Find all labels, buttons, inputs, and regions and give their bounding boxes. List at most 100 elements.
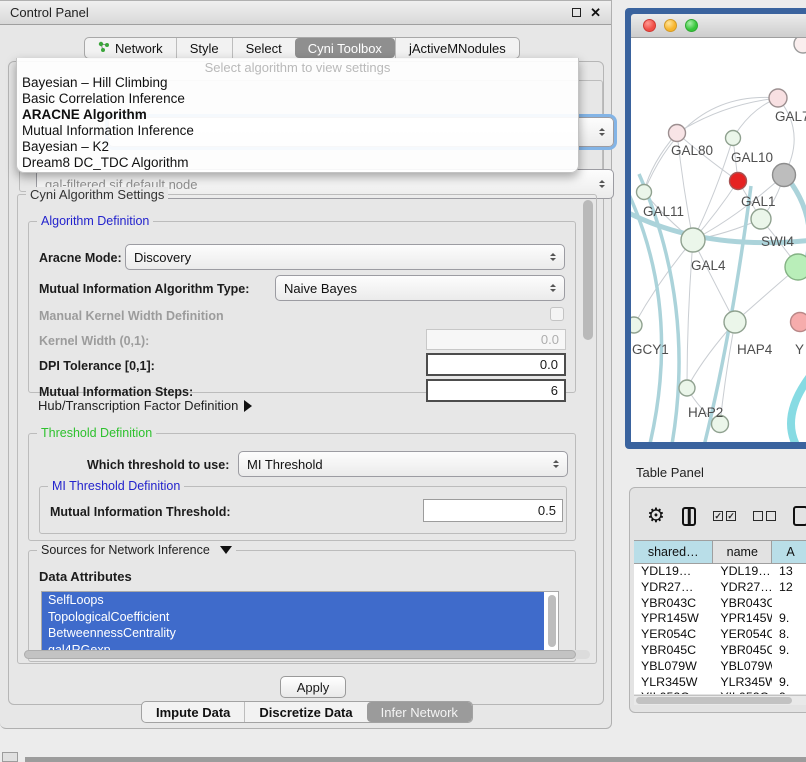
network-node-gal80[interactable]: [669, 125, 686, 142]
control-panel-titlebar[interactable]: Control Panel ✕: [0, 1, 611, 25]
table-row[interactable]: YER054CYER054C8.: [634, 627, 806, 643]
attribute-item[interactable]: BetweennessCentrality: [42, 625, 544, 642]
table-row[interactable]: YDR27…YDR27…12: [634, 580, 806, 596]
mi-threshold-field[interactable]: 0.5: [423, 499, 563, 522]
kernel-width-field[interactable]: 0.0: [426, 329, 566, 350]
combo-arrows-icon: [599, 177, 605, 191]
columns-icon[interactable]: [682, 507, 696, 526]
network-node-gal1[interactable]: [751, 209, 771, 229]
dropdown-item[interactable]: Basic Correlation Inference: [17, 91, 578, 107]
settings-vertical-scrollbar[interactable]: [583, 200, 593, 655]
expand-right-icon: [244, 400, 258, 412]
tab-select[interactable]: Select: [232, 38, 295, 58]
apply-button[interactable]: Apply: [280, 676, 346, 698]
table-row[interactable]: YDL19…YDL19…13: [634, 564, 806, 580]
tab-label: Select: [246, 41, 282, 56]
network-tab-icon: [98, 41, 110, 56]
table-panel-title: Table Panel: [636, 465, 704, 480]
network-node-gcy1[interactable]: [631, 317, 642, 333]
deselect-all-checks-icon[interactable]: [753, 511, 776, 521]
dropdown-item[interactable]: Bayesian – K2: [17, 139, 578, 155]
mi-threshold-value: 0.5: [538, 503, 556, 518]
column-header[interactable]: name: [713, 541, 772, 563]
attribute-item[interactable]: TopologicalCoefficient: [42, 609, 544, 626]
network-node-hap2[interactable]: [679, 380, 695, 396]
network-node-gal7[interactable]: [769, 89, 787, 107]
dropdown-item[interactable]: ARACNE Algorithm: [17, 107, 578, 123]
control-panel-tabs: NetworkStyle Select Cyni Toolbox jActiveMNo…: [84, 37, 520, 59]
data-attributes-label: Data Attributes: [39, 569, 132, 584]
tab-jactivemnodules[interactable]: jActiveMNodules: [395, 38, 519, 58]
network-node-y[interactable]: [791, 313, 806, 332]
sources-legend[interactable]: Sources for Network Inference: [37, 543, 236, 557]
network-node-label: GAL80: [671, 143, 713, 158]
table-row[interactable]: YBR045CYBR045C9.: [634, 643, 806, 659]
table-function-icon[interactable]: [793, 506, 806, 526]
table-cell: [772, 596, 806, 612]
network-node-gal10[interactable]: [726, 131, 741, 146]
column-header[interactable]: shared…: [634, 541, 713, 563]
tab-label: Cyni Toolbox: [308, 41, 382, 56]
table-row[interactable]: YBL079WYBL079W: [634, 659, 806, 675]
network-window-titlebar[interactable]: [631, 14, 806, 38]
aracne-mode-label: Aracne Mode:: [39, 251, 122, 265]
network-node-label: GAL10: [731, 150, 773, 165]
data-attributes-list[interactable]: SelfLoopsTopologicalCoefficientBetweenne…: [41, 591, 559, 657]
gear-icon[interactable]: ⚙: [647, 506, 665, 526]
network-node-gal4[interactable]: [681, 228, 705, 252]
minimize-traffic-icon[interactable]: [664, 19, 677, 32]
hub-definition-expander[interactable]: Hub/Transcription Factor Definition: [38, 398, 258, 413]
dropdown-item[interactable]: Bayesian – Hill Climbing: [17, 75, 578, 91]
network-node-label: Y: [795, 342, 804, 357]
list-scrollbar[interactable]: [548, 595, 556, 647]
table-cell: 8.: [772, 627, 806, 643]
zoom-traffic-icon[interactable]: [685, 19, 698, 32]
network-canvas[interactable]: GAL7GAL80GAL10GAL1GAL11SWI4GAL4GCY1HAP4Y…: [631, 38, 806, 442]
network-edge[interactable]: [644, 133, 677, 192]
network-edge[interactable]: [634, 240, 693, 325]
table-row[interactable]: YBR043CYBR043C: [634, 596, 806, 612]
settings-horizontal-scrollbar[interactable]: [24, 650, 590, 659]
close-traffic-icon[interactable]: [643, 19, 656, 32]
table-header-row: shared…nameA: [634, 540, 806, 564]
mi-steps-value: 6: [551, 383, 558, 398]
dpi-tolerance-field[interactable]: 0.0: [426, 353, 566, 376]
network-edge[interactable]: [791, 370, 806, 442]
bottom-tab-impute-data[interactable]: Impute Data: [142, 702, 244, 722]
aracne-mode-combo[interactable]: Discovery: [125, 244, 565, 270]
network-node[interactable]: [794, 38, 806, 53]
table-body: YDL19…YDL19…13YDR27…YDR27…12YBR043CYBR04…: [634, 564, 806, 694]
close-icon[interactable]: ✕: [590, 6, 601, 19]
network-node[interactable]: [773, 164, 796, 187]
tab-style[interactable]: Style: [176, 38, 232, 58]
column-header[interactable]: A: [772, 541, 806, 563]
bottom-tab-discretize-data[interactable]: Discretize Data: [244, 702, 366, 722]
table-horizontal-scrollbar[interactable]: [634, 695, 806, 705]
bottom-tab-infer-network[interactable]: Infer Network: [367, 702, 472, 722]
which-threshold-combo[interactable]: MI Threshold: [238, 451, 568, 477]
network-node[interactable]: [730, 173, 747, 190]
table-cell: YBL079W: [634, 659, 713, 675]
collapsed-panel-chip[interactable]: [2, 752, 18, 762]
table-cell: YBR045C: [634, 643, 713, 659]
table-row[interactable]: YLR345WYLR345W9.: [634, 675, 806, 691]
table-cell: YDR27…: [713, 580, 772, 596]
mi-type-combo[interactable]: Naive Bayes: [275, 275, 565, 301]
network-edge[interactable]: [693, 240, 735, 322]
network-node-label: HAP4: [737, 342, 773, 357]
mi-steps-field[interactable]: 6: [426, 379, 566, 402]
tab-network[interactable]: Network: [85, 38, 176, 58]
table-row[interactable]: YPR145WYPR145W9.: [634, 611, 806, 627]
network-node-hap4[interactable]: [724, 311, 746, 333]
select-all-checks-icon[interactable]: ✓✓: [713, 511, 736, 521]
attribute-item[interactable]: SelfLoops: [42, 592, 544, 609]
network-node-swi4[interactable]: [785, 254, 806, 280]
network-node-gal11[interactable]: [637, 185, 652, 200]
float-window-icon[interactable]: [572, 8, 581, 17]
table-cell: YIL052C: [634, 690, 713, 694]
dropdown-item[interactable]: Mutual Information Inference: [17, 123, 578, 139]
tab-cyni-toolbox[interactable]: Cyni Toolbox: [295, 38, 395, 58]
dropdown-item[interactable]: Dream8 DC_TDC Algorithm: [17, 155, 578, 171]
table-row[interactable]: YIL052CYIL052C9: [634, 690, 806, 694]
manual-kernel-checkbox[interactable]: [550, 307, 564, 321]
